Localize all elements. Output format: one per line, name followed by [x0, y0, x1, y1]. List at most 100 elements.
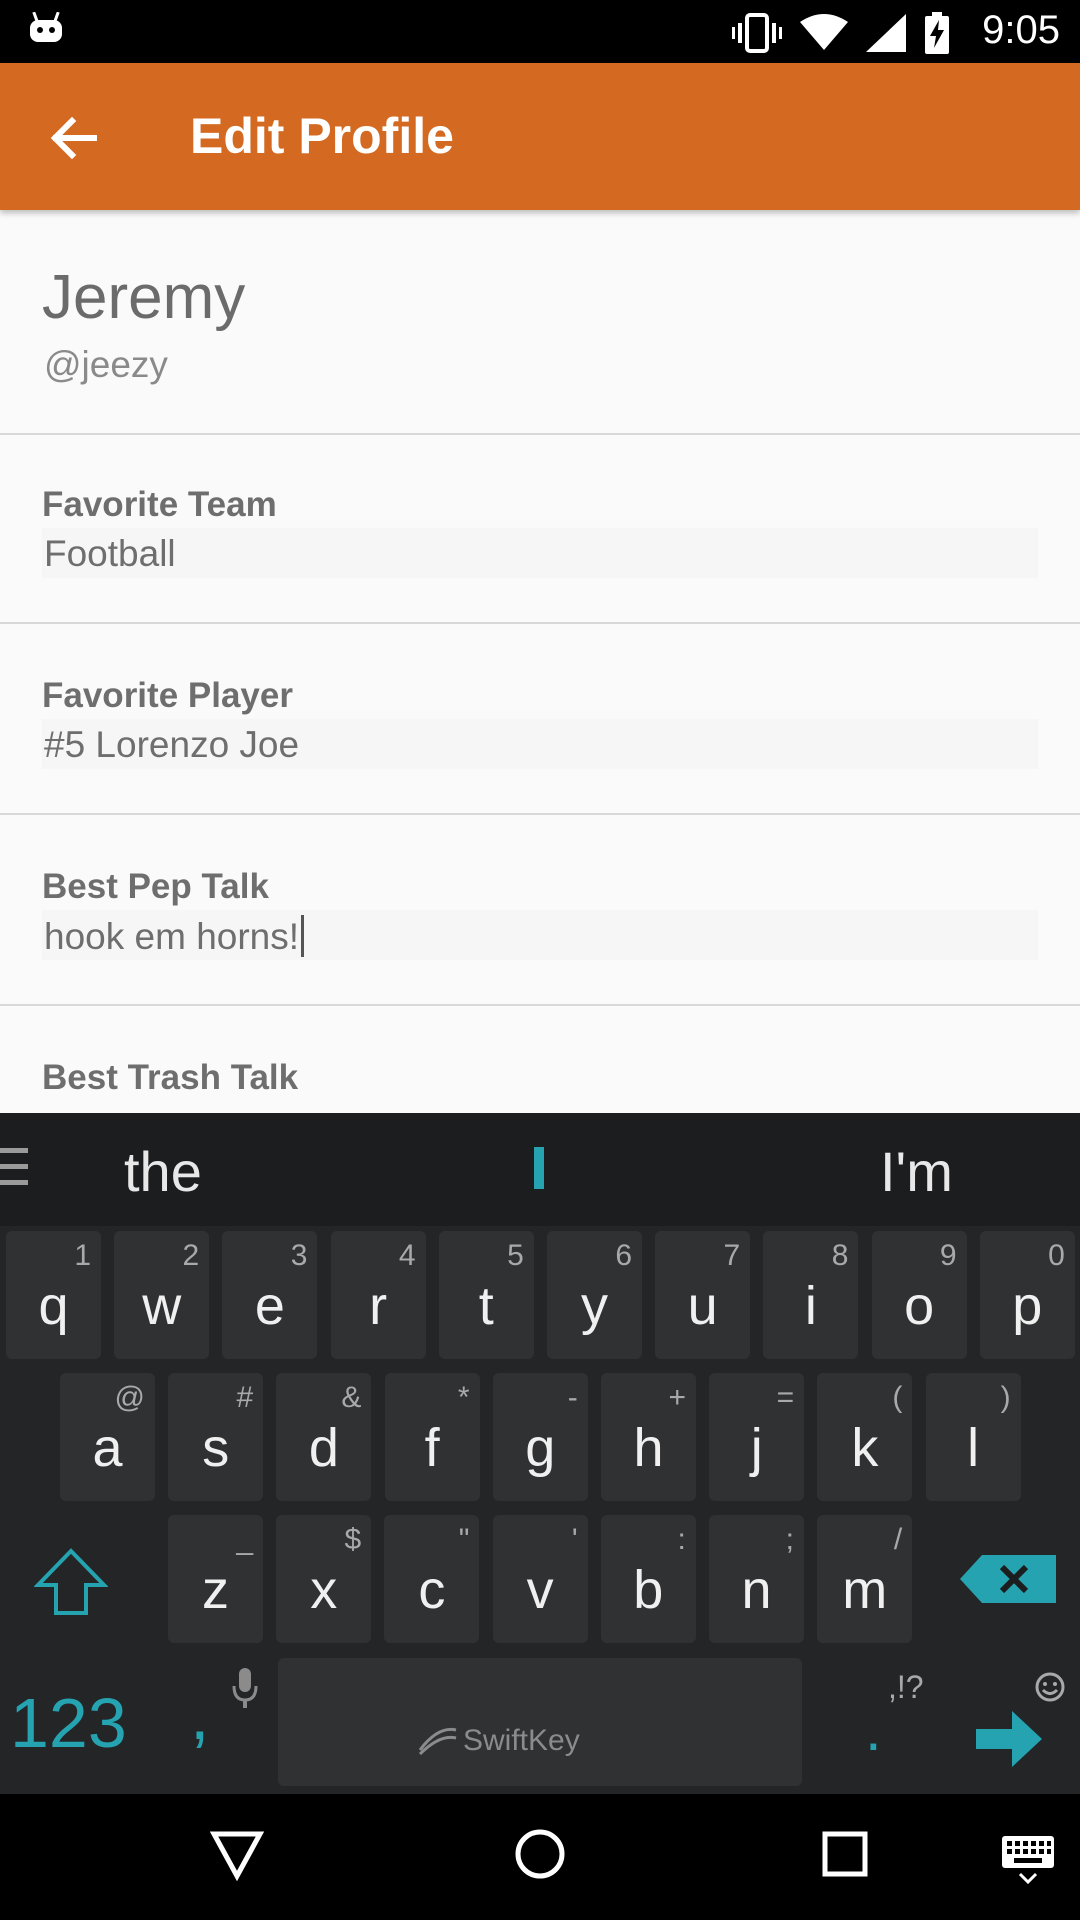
navigation-bar — [0, 1794, 1080, 1920]
key-y[interactable]: 6y — [547, 1231, 642, 1359]
recents-square-icon[interactable] — [818, 1824, 872, 1884]
field-bg — [42, 528, 1038, 578]
favorite-team-input[interactable]: Football — [44, 533, 176, 575]
key-w[interactable]: 2w — [114, 1231, 210, 1359]
key-x[interactable]: $ x — [276, 1515, 372, 1643]
key-u[interactable]: 7u — [655, 1231, 751, 1359]
key-secondary-label: - — [567, 1381, 578, 1414]
key-m[interactable]: / m — [817, 1515, 913, 1643]
key-label: d — [308, 1418, 339, 1478]
input-text: hook em horns! — [44, 916, 300, 957]
key-label: x — [310, 1560, 338, 1620]
key-l[interactable]: ) l — [925, 1373, 1021, 1501]
space-bar[interactable]: SwiftKey — [278, 1658, 802, 1786]
key-label: h — [633, 1418, 664, 1478]
keyboard-brand: SwiftKey — [463, 1724, 580, 1757]
keyboard-icon[interactable] — [1000, 1824, 1056, 1884]
key-secondary-label: _ — [236, 1523, 253, 1556]
shift-icon[interactable] — [34, 1547, 108, 1617]
key-z[interactable]: _ z — [168, 1515, 263, 1643]
emoji-icon[interactable] — [1034, 1671, 1066, 1703]
profile-handle[interactable]: @jeezy — [44, 344, 168, 386]
field-label: Best Trash Talk — [42, 1058, 299, 1097]
key-f[interactable]: * f — [384, 1373, 480, 1501]
key-label: f — [424, 1418, 440, 1478]
period-key[interactable]: . — [865, 1695, 882, 1764]
page-title: Edit Profile — [190, 108, 454, 164]
comma-key[interactable]: , — [190, 1675, 209, 1755]
key-label: b — [633, 1560, 664, 1620]
key-label: s — [202, 1418, 230, 1478]
key-secondary-label: 2 — [182, 1239, 200, 1272]
key-label: a — [92, 1418, 123, 1478]
key-label: g — [525, 1418, 556, 1478]
key-secondary-label: " — [458, 1523, 470, 1556]
key-label: l — [967, 1418, 980, 1478]
suggestion-left[interactable]: the — [124, 1139, 202, 1204]
key-e[interactable]: 3e — [222, 1231, 318, 1359]
backspace-icon[interactable] — [960, 1555, 1056, 1603]
back-triangle-icon[interactable] — [210, 1824, 264, 1884]
profile-name[interactable]: Jeremy — [42, 262, 245, 333]
status-bar: 9:05 — [0, 0, 1080, 63]
key-a[interactable]: @ a — [60, 1373, 155, 1501]
profile-header: Jeremy @jeezy — [0, 210, 1080, 435]
field-best-trash-talk[interactable]: Best Trash Talk — [0, 1006, 1080, 1113]
key-s[interactable]: # s — [168, 1373, 264, 1501]
key-secondary-label: 9 — [939, 1239, 957, 1272]
key-label: n — [741, 1560, 772, 1620]
key-secondary-label: 8 — [831, 1239, 849, 1272]
key-d[interactable]: & d — [276, 1373, 372, 1501]
field-best-pep-talk[interactable]: Best Pep Talk hook em horns! — [0, 815, 1080, 1006]
key-p[interactable]: 0p — [979, 1231, 1075, 1359]
field-label: Favorite Player — [42, 676, 293, 715]
text-cursor — [301, 915, 305, 957]
key-secondary-label: ) — [1000, 1381, 1011, 1414]
key-q[interactable]: 1q — [6, 1231, 101, 1359]
key-label: u — [687, 1276, 718, 1336]
field-favorite-player[interactable]: Favorite Player #5 Lorenzo Joe — [0, 624, 1080, 815]
field-favorite-team[interactable]: Favorite Team Football — [0, 433, 1080, 624]
key-secondary-label: 4 — [398, 1239, 416, 1272]
key-label: m — [842, 1560, 888, 1620]
best-pep-talk-input[interactable]: hook em horns! — [44, 915, 305, 958]
key-label: c — [418, 1560, 446, 1620]
suggestion-bar: the I'm — [0, 1113, 1080, 1226]
status-time: 9:05 — [982, 8, 1060, 52]
enter-arrow-icon[interactable] — [976, 1711, 1042, 1767]
key-label: w — [142, 1276, 182, 1336]
key-label: v — [526, 1560, 554, 1620]
key-secondary-label: ( — [892, 1381, 903, 1414]
key-secondary-label: 3 — [290, 1239, 308, 1272]
key-h[interactable]: + h — [601, 1373, 696, 1501]
key-b[interactable]: :b — [600, 1515, 696, 1643]
suggestion-right[interactable]: I'm — [880, 1139, 953, 1204]
key-secondary-label: ' — [571, 1523, 578, 1556]
key-j[interactable]: = j — [709, 1373, 805, 1501]
key-label: p — [1012, 1276, 1043, 1336]
key-secondary-label: ; — [785, 1523, 794, 1556]
key-v[interactable]: ' v — [492, 1515, 588, 1643]
key-secondary-label: # — [236, 1381, 254, 1414]
key-label: o — [904, 1276, 935, 1336]
key-o[interactable]: 9o — [871, 1231, 967, 1359]
home-circle-icon[interactable] — [513, 1824, 567, 1884]
menu-icon[interactable] — [0, 1148, 30, 1188]
key-n[interactable]: ; n — [709, 1515, 804, 1643]
key-g[interactable]: -g — [492, 1373, 588, 1501]
arrow-left-icon[interactable] — [46, 111, 100, 165]
punctuation-hint: ,!? — [888, 1669, 924, 1705]
key-r[interactable]: 4r — [330, 1231, 426, 1359]
favorite-player-input[interactable]: #5 Lorenzo Joe — [44, 724, 299, 766]
key-c[interactable]: " c — [384, 1515, 480, 1643]
key-t[interactable]: 5t — [438, 1231, 534, 1359]
key-secondary-label: @ — [114, 1381, 145, 1414]
suggestion-center-cursor[interactable] — [534, 1147, 544, 1189]
swiftkey-logo-icon — [418, 1727, 457, 1756]
key-label: k — [851, 1418, 879, 1478]
key-label: z — [202, 1560, 229, 1620]
key-i[interactable]: 8i — [763, 1231, 859, 1359]
key-secondary-label: 1 — [74, 1239, 91, 1272]
key-k[interactable]: (k — [817, 1373, 913, 1501]
numbers-key[interactable]: 123 — [10, 1683, 127, 1763]
